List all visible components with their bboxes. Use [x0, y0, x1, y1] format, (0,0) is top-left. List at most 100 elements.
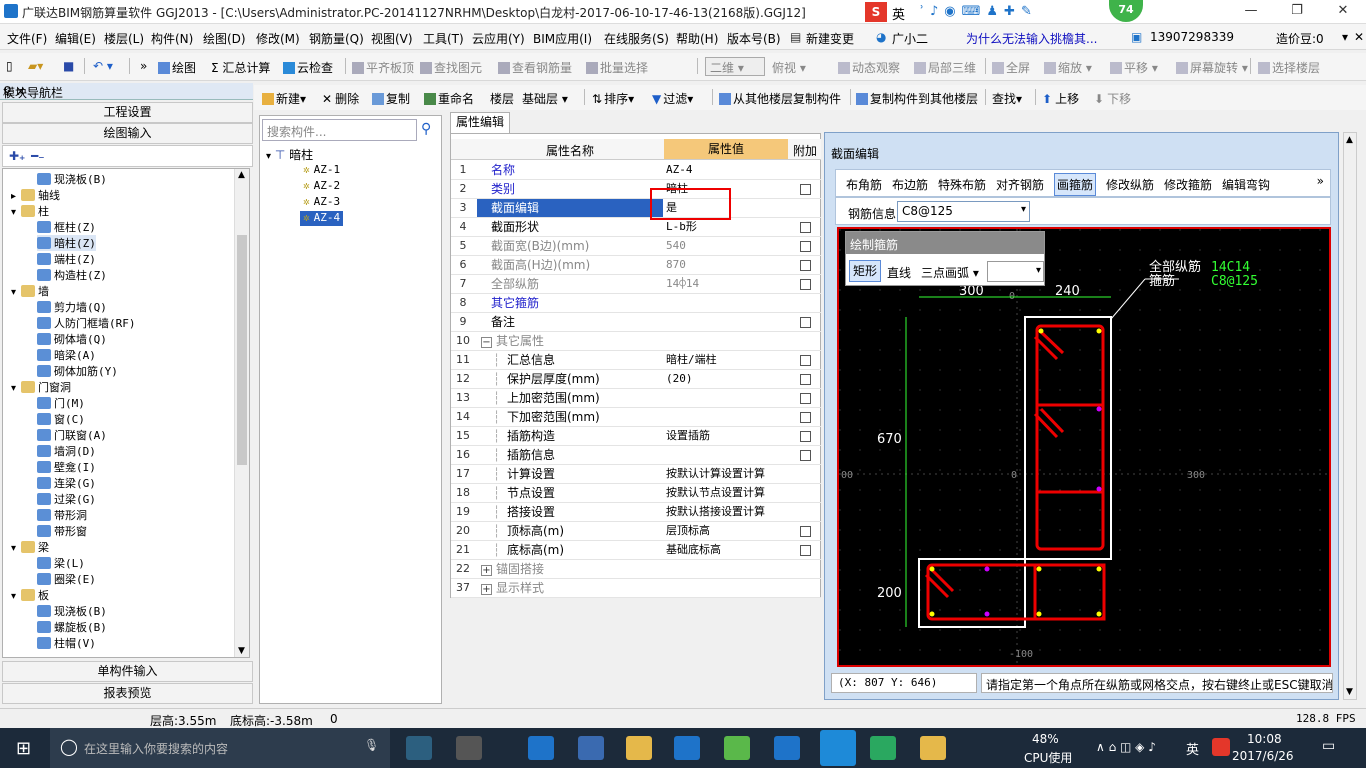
tree-item[interactable]: 螺旋板(B)	[37, 619, 107, 635]
section-tool-button[interactable]: 对齐钢筋	[996, 176, 1044, 193]
collapse-icon[interactable]: ▾	[266, 151, 271, 162]
attach-checkbox[interactable]	[800, 279, 811, 290]
property-row[interactable]: 22 + 锚固搭接	[451, 560, 821, 579]
view-rebar-qty-button[interactable]: 查看钢筋量	[498, 59, 572, 76]
tray-icons[interactable]: ∧ ⌂ ◫ ◈ ♪	[1096, 740, 1156, 754]
menu-assistant[interactable]: 广小二	[892, 30, 928, 47]
tree-item[interactable]: 门联窗(A)	[37, 427, 107, 443]
more-icon[interactable]: »	[1317, 174, 1324, 188]
copy-to-floor-button[interactable]: 复制构件到其他楼层	[856, 90, 978, 107]
tree-item[interactable]: 现浇板(B)	[37, 171, 107, 187]
component-list-item[interactable]: ✲ AZ-1	[300, 163, 343, 178]
property-row[interactable]: 7 全部纵筋 14⌽14	[451, 275, 821, 294]
property-row[interactable]: 21 ┆ 底标高(m) 基础底标高	[451, 541, 821, 560]
component-list-item[interactable]: ✲ AZ-3	[300, 195, 343, 210]
glodon-active-icon[interactable]	[820, 730, 856, 766]
property-row[interactable]: 15 ┆ 插筋构造 设置插筋	[451, 427, 821, 446]
menu-view[interactable]: 视图(V)	[371, 30, 413, 47]
section-tool-button[interactable]: 布边筋	[892, 176, 928, 193]
ime-mode[interactable]: 英	[892, 4, 910, 23]
restore-button[interactable]: ❐	[1274, 0, 1320, 24]
app-note-icon[interactable]	[920, 736, 946, 760]
expander-icon[interactable]: −	[481, 337, 492, 348]
search-icon[interactable]: ⚲	[421, 121, 431, 137]
menu-new-change[interactable]: 新建变更	[806, 30, 854, 47]
section-tool-button[interactable]: 布角筋	[846, 176, 882, 193]
menu-version[interactable]: 版本号(B)	[727, 30, 781, 47]
attach-checkbox[interactable]	[800, 222, 811, 233]
save-icon[interactable]: ■	[63, 59, 74, 73]
scroll-thumb[interactable]	[237, 235, 247, 465]
property-value[interactable]: 870	[664, 256, 788, 274]
close-button[interactable]: ✕	[1320, 0, 1366, 24]
tree-item[interactable]: 窗(C)	[37, 411, 85, 427]
menu-cloud[interactable]: 云应用(Y)	[472, 30, 525, 47]
glodon-icon[interactable]	[674, 736, 700, 760]
menu-draw[interactable]: 绘图(D)	[203, 30, 246, 47]
component-list-item[interactable]: ✲ AZ-4	[300, 211, 344, 226]
property-value[interactable]: 设置插筋	[664, 427, 788, 445]
attach-checkbox[interactable]	[800, 184, 811, 195]
taskbar-search[interactable]: ◯ 在这里输入你要搜索的内容 🎙	[50, 728, 390, 768]
component-list-item[interactable]: ✲ AZ-2	[300, 179, 343, 194]
tree-item[interactable]: 带形洞	[37, 507, 87, 523]
attach-checkbox[interactable]	[800, 355, 811, 366]
property-row[interactable]: 20 ┆ 顶标高(m) 层顶标高	[451, 522, 821, 541]
single-component-button[interactable]: 单构件输入	[2, 661, 253, 682]
property-row[interactable]: 11 ┆ 汇总信息 暗柱/端柱	[451, 351, 821, 370]
property-row[interactable]: 5 截面宽(B边)(mm) 540	[451, 237, 821, 256]
notification-icon[interactable]: ▭	[1322, 738, 1335, 754]
new-button[interactable]: 新建▾	[262, 90, 306, 107]
line-tool-button[interactable]: 直线	[887, 264, 911, 281]
section-drawing[interactable]: 00 0 300 0 -100 300 240 670 200 全部纵筋 14C…	[839, 229, 1329, 665]
summary-calc-button[interactable]: Σ 汇总计算	[211, 59, 270, 76]
copy-from-floor-button[interactable]: 从其他楼层复制构件	[719, 90, 841, 107]
taskview-icon[interactable]	[406, 736, 432, 760]
property-row[interactable]: 3 截面编辑是	[451, 199, 821, 218]
tab-property-edit[interactable]: 属性编辑	[450, 112, 510, 133]
tree-item[interactable]: 门(M)	[37, 395, 85, 411]
view-mode-select[interactable]: 二维 ▾	[705, 57, 765, 76]
tree-item[interactable]: 带形窗	[37, 523, 87, 539]
store-icon[interactable]	[578, 736, 604, 760]
local-3d-button[interactable]: 局部三维	[914, 59, 976, 76]
property-row[interactable]: 18 ┆ 节点设置 按默认节点设置计算	[451, 484, 821, 503]
score-badge[interactable]: 74	[1109, 0, 1143, 22]
tree-item[interactable]: 暗柱(Z)	[37, 235, 96, 251]
expander-icon[interactable]: ▾	[11, 589, 21, 605]
property-value[interactable]: 按默认节点设置计算	[664, 484, 788, 502]
rotate-screen-button[interactable]: 屏幕旋转 ▾	[1176, 59, 1248, 76]
attach-checkbox[interactable]	[800, 374, 811, 385]
dropdown-arrow-icon[interactable]: ▾	[1021, 204, 1026, 215]
property-row[interactable]: 9 备注	[451, 313, 821, 332]
top-view-button[interactable]: 俯视 ▾	[772, 59, 806, 76]
app-blue-icon[interactable]	[774, 736, 800, 760]
pan-button[interactable]: 平移 ▾	[1110, 59, 1158, 76]
property-value[interactable]: 按默认搭接设置计算	[664, 503, 788, 521]
property-row[interactable]: 13 ┆ 上加密范围(mm)	[451, 389, 821, 408]
sort-button[interactable]: ⇅ 排序▾	[592, 90, 634, 107]
section-canvas[interactable]: 00 0 300 0 -100 300 240 670 200 全部纵筋 14C…	[837, 227, 1331, 667]
property-row[interactable]: 14 ┆ 下加密范围(mm)	[451, 408, 821, 427]
tree-folder[interactable]: ▾ 墙	[11, 283, 49, 299]
edge-icon[interactable]	[528, 736, 554, 760]
delete-button[interactable]: ✕ 删除	[322, 90, 359, 107]
property-value[interactable]: 层顶标高	[664, 522, 788, 540]
tree-item[interactable]: 砌体加筋(Y)	[37, 363, 118, 379]
property-row[interactable]: 2 类别 暗柱	[451, 180, 821, 199]
draw-input-button[interactable]: 绘图输入	[2, 123, 253, 144]
property-row[interactable]: 12 ┆ 保护层厚度(mm) (20)	[451, 370, 821, 389]
tree-item[interactable]: 连梁(G)	[37, 475, 96, 491]
property-value[interactable]: AZ-4	[664, 161, 788, 179]
tree-folder[interactable]: ▾ 门窗洞	[11, 379, 71, 395]
section-tool-button[interactable]: 画箍筋	[1054, 173, 1097, 196]
nav-pin-close[interactable]: ♀ ×	[3, 84, 247, 98]
menu-online[interactable]: 在线服务(S)	[604, 30, 669, 47]
section-tool-button[interactable]: 修改纵筋	[1106, 176, 1154, 193]
tree-item[interactable]: 柱帽(V)	[37, 635, 96, 651]
property-row[interactable]: 6 截面高(H边)(mm) 870	[451, 256, 821, 275]
tree-root-anzhu[interactable]: ▾ ⊤ 暗柱	[266, 146, 313, 163]
expander-icon[interactable]: ▾	[11, 205, 21, 221]
tree-folder[interactable]: ▾ 梁	[11, 539, 49, 555]
menu-file[interactable]: 文件(F)	[7, 30, 47, 47]
